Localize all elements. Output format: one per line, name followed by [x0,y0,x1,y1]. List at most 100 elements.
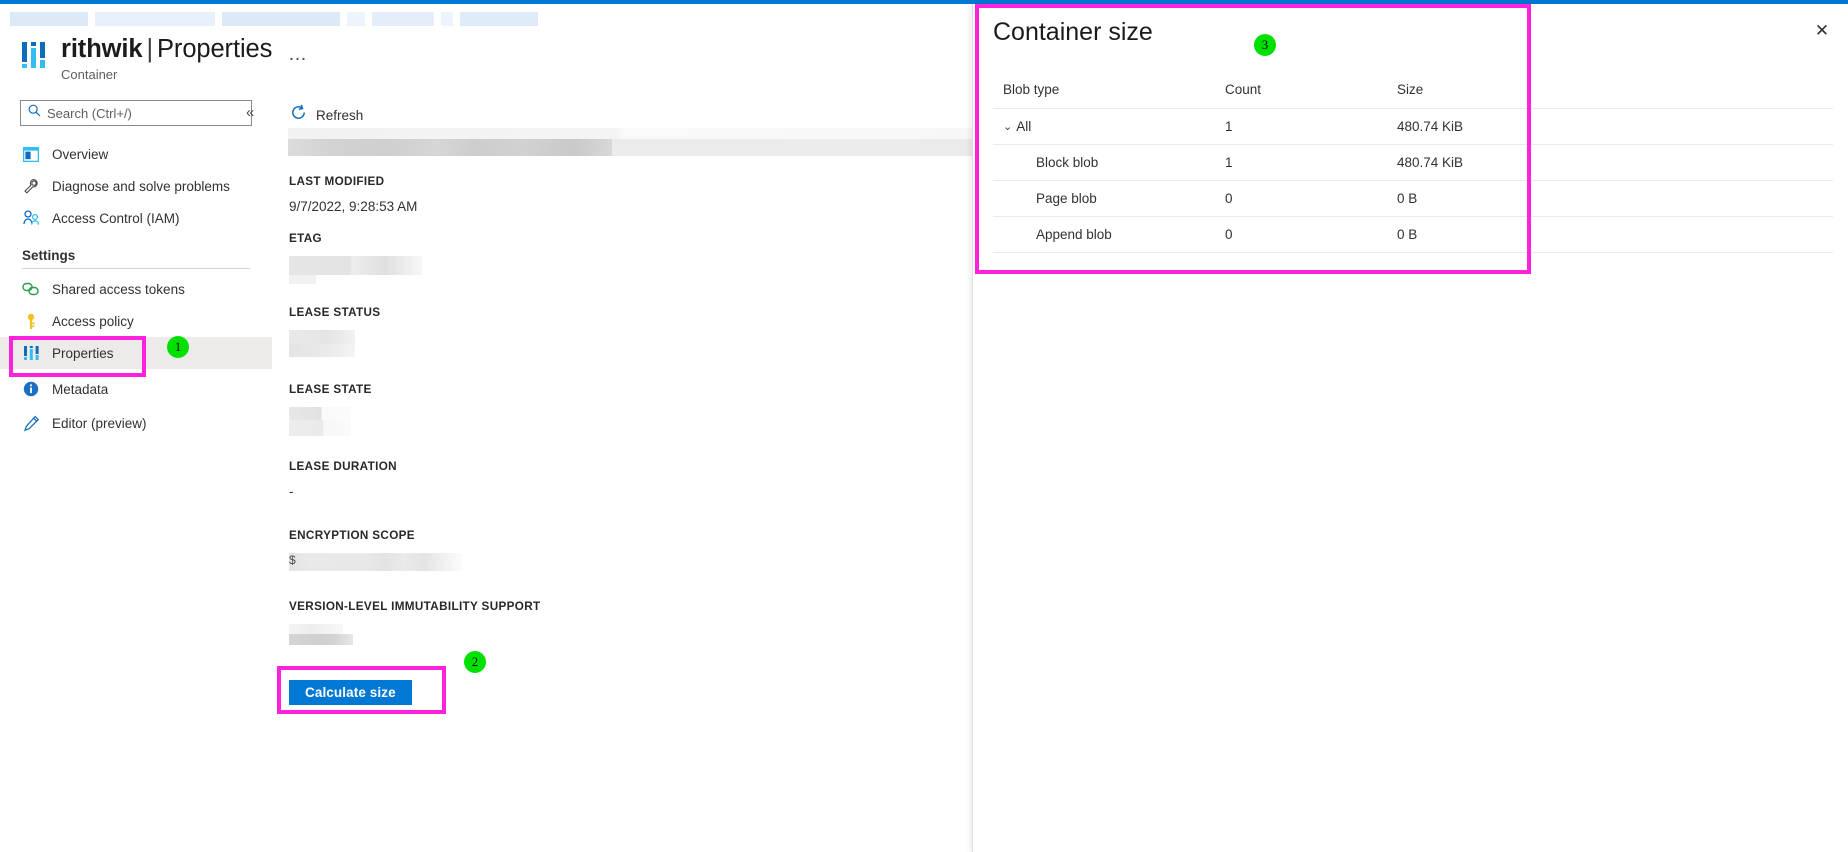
column-header-blob-type: Blob type [1003,82,1060,97]
annotation-badge-2: 2 [464,651,486,673]
annotation-badge-3: 3 [1254,34,1276,56]
container-properties-icon [20,38,50,72]
refresh-icon [290,104,307,126]
sidebar: « Overview Diagnose and [0,100,272,439]
breadcrumb-redacted-1 [10,12,88,26]
properties-list: LAST MODIFIED 9/7/2022, 9:28:53 AM ETAG … [289,175,969,662]
chevron-down-icon[interactable]: ⌄ [1003,121,1012,133]
container-size-panel: Container size ✕ Blob type Count Size ⌄ … [972,4,1848,852]
cell-blob-type: Append blob [1036,227,1112,242]
sidebar-item-shared-access-tokens[interactable]: Shared access tokens [0,273,272,305]
redacted-tab-strip [288,128,972,139]
property-etag: ETAG [289,232,969,284]
sidebar-item-access-control[interactable]: Access Control (IAM) [0,202,272,234]
page-title-separator: | [146,35,154,63]
property-label: LEASE STATUS [289,306,381,319]
wrench-icon [22,177,40,195]
sidebar-item-label: Access Control (IAM) [52,210,180,226]
search-input[interactable] [47,105,244,121]
breadcrumb-redacted-7 [460,12,538,26]
info-icon [22,380,40,398]
property-value-redacted [289,256,969,284]
key-icon [22,312,40,330]
property-last-modified: LAST MODIFIED 9/7/2022, 9:28:53 AM [289,175,969,215]
breadcrumb-redacted-6 [441,12,453,26]
property-value-redacted: $ [289,553,969,571]
sidebar-item-diagnose[interactable]: Diagnose and solve problems [0,170,272,202]
table-header-row: Blob type Count Size [993,82,1833,108]
cell-count: 0 [1225,191,1233,206]
table-row[interactable]: Block blob 1 480.74 KiB [993,144,1833,180]
sidebar-item-metadata[interactable]: Metadata [0,373,272,405]
cell-size: 480.74 KiB [1397,155,1464,170]
breadcrumb [10,12,538,26]
sidebar-item-editor-preview[interactable]: Editor (preview) [0,407,272,439]
redacted-path-fill [612,139,972,156]
sidebar-item-access-policy[interactable]: Access policy [0,305,272,337]
page-title: rithwik | Properties [61,34,272,64]
sidebar-item-label: Properties [52,345,114,361]
page-title-resource: rithwik [61,35,143,63]
property-label: VERSION-LEVEL IMMUTABILITY SUPPORT [289,600,541,613]
redacted-block [289,407,351,420]
table-row[interactable]: ⌄ All 1 480.74 KiB [993,108,1833,144]
table-row[interactable]: Append blob 0 0 B [993,216,1833,253]
container-size-table: Blob type Count Size ⌄ All 1 480.74 KiB … [993,82,1833,253]
sidebar-item-label: Shared access tokens [52,281,185,297]
cell-count: 1 [1225,119,1233,134]
breadcrumb-redacted-4 [347,12,365,26]
cell-blob-type: Block blob [1036,155,1099,170]
table-row[interactable]: Page blob 0 0 B [993,180,1833,216]
property-value-redacted [289,407,969,436]
redacted-block [289,420,351,436]
property-encryption-scope: ENCRYPTION SCOPE $ [289,529,969,571]
sidebar-item-label: Metadata [52,381,109,397]
sidebar-item-label: Overview [52,146,109,162]
cell-text: All [1016,119,1032,134]
column-header-size: Size [1397,82,1424,97]
cell-size: 480.74 KiB [1397,119,1464,134]
property-value: - [289,484,294,499]
cell-count: 1 [1225,155,1233,170]
property-label: LEASE STATE [289,383,372,396]
cell-blob-type: ⌄ All [1003,119,1225,134]
property-value-redacted [289,624,969,645]
property-value-redacted [289,330,969,357]
property-lease-state: LEASE STATE [289,383,969,436]
property-label: ETAG [289,232,322,245]
page-header: rithwik | Properties Container [20,34,272,82]
sidebar-item-properties[interactable]: Properties [0,337,272,369]
property-label: LEASE DURATION [289,460,397,473]
redacted-path-value [288,139,612,156]
property-value-prefix: $ [289,553,296,567]
property-label: ENCRYPTION SCOPE [289,529,415,542]
refresh-button[interactable]: Refresh [272,100,972,130]
calculate-size-button[interactable]: Calculate size [289,680,412,705]
breadcrumb-redacted-2 [95,12,215,26]
property-version-level-immutability: VERSION-LEVEL IMMUTABILITY SUPPORT [289,600,969,645]
sidebar-divider [22,268,250,269]
breadcrumb-redacted-5 [372,12,434,26]
azure-portal-screen: rithwik|Properties Container … « [0,0,1848,852]
redacted-block [289,553,462,571]
sidebar-group-settings: Settings [22,248,76,263]
redacted-block [289,634,353,645]
people-icon [22,209,40,227]
properties-bars-icon [22,344,40,362]
cell-count: 0 [1225,227,1233,242]
sidebar-item-label: Access policy [52,313,134,329]
property-lease-status: LEASE STATUS [289,306,969,357]
property-label: LAST MODIFIED [289,175,385,188]
close-icon[interactable]: ✕ [1812,22,1832,42]
panel-title: Container size [993,18,1153,46]
column-header-count: Count [1225,82,1262,97]
sidebar-item-label: Diagnose and solve problems [52,178,230,194]
collapse-sidebar-button[interactable]: « [246,104,254,122]
cell-blob-type: Page blob [1036,191,1097,206]
property-value: 9/7/2022, 9:28:53 AM [289,199,418,214]
sidebar-item-overview[interactable]: Overview [0,138,272,170]
cell-size: 0 B [1397,191,1418,206]
search-box[interactable] [20,100,252,126]
more-menu-button[interactable]: … [288,44,308,66]
breadcrumb-redacted-3 [222,12,340,26]
